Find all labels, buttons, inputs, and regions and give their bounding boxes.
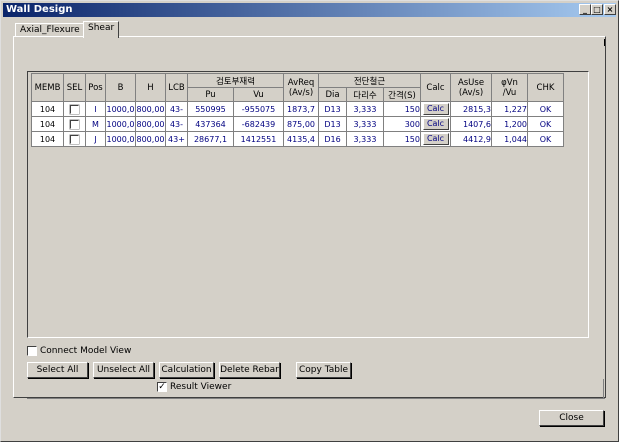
shear-result-table: MEMB SEL Pos B H LCB 검토부재력 AvReq (Av/s) 전… (31, 73, 564, 147)
table-row[interactable]: 104 M 1000,0 800,00 43- 437364 -682439 8… (31, 116, 564, 132)
row-calc-button[interactable]: Calc (422, 118, 449, 130)
cell-avreq: 4135,4 (283, 131, 319, 147)
cell-pos: I (85, 101, 106, 117)
col-legs[interactable]: 다리수 (346, 87, 384, 102)
panel-tick-mark (604, 39, 605, 46)
cell-asuse: 1407,6 (450, 116, 492, 132)
cell-legs[interactable]: 3,333 (346, 131, 384, 147)
maximize-button[interactable]: □ (591, 4, 603, 15)
unselect-all-button[interactable]: Unselect All (93, 362, 154, 378)
cell-legs[interactable]: 3,333 (346, 101, 384, 117)
cell-vu: -682439 (233, 116, 284, 132)
col-pu[interactable]: Pu (187, 87, 234, 102)
cell-b: 1000,0 (105, 116, 136, 132)
cell-phivn: 1,044 (491, 131, 528, 147)
row-calc-button[interactable]: Calc (422, 133, 449, 145)
col-h[interactable]: H (135, 73, 166, 102)
right-divider (603, 379, 604, 398)
cell-b: 1000,0 (105, 131, 136, 147)
title-bar: Wall Design _ □ × (3, 3, 616, 17)
connect-model-view-checkbox[interactable] (27, 345, 37, 356)
cell-legs[interactable]: 3,333 (346, 116, 384, 132)
cell-avreq: 1873,7 (283, 101, 319, 117)
cell-h: 800,00 (135, 131, 166, 147)
cell-memb: 104 (31, 101, 64, 117)
cell-spacing[interactable]: 150 (383, 131, 421, 147)
result-viewer-option[interactable]: ✓ Result Viewer (157, 381, 231, 393)
col-asuse[interactable]: AsUse (Av/s) (450, 73, 492, 102)
cell-calc: Calc (420, 116, 451, 132)
cell-sel (63, 101, 86, 117)
cell-phivn: 1,227 (491, 101, 528, 117)
cell-lcb: 43+ (165, 131, 188, 147)
cell-pu: 28677,1 (187, 131, 234, 147)
cell-pos: M (85, 116, 106, 132)
col-spacing[interactable]: 간격(S) (383, 87, 421, 102)
row-select-checkbox[interactable] (70, 134, 79, 144)
window-title: Wall Design (6, 4, 73, 15)
col-dia[interactable]: Dia (318, 87, 347, 102)
cell-avreq: 875,00 (283, 116, 319, 132)
cell-pu: 437364 (187, 116, 234, 132)
cell-vu: -955075 (233, 101, 284, 117)
cell-h: 800,00 (135, 101, 166, 117)
cell-lcb: 43- (165, 116, 188, 132)
cell-dia[interactable]: D16 (318, 131, 347, 147)
col-sel[interactable]: SEL (63, 73, 86, 102)
cell-asuse: 2815,3 (450, 101, 492, 117)
delete-rebar-button[interactable]: Delete Rebar (219, 362, 280, 378)
cell-spacing[interactable]: 150 (383, 101, 421, 117)
copy-table-button[interactable]: Copy Table (296, 362, 351, 378)
cell-spacing[interactable]: 300 (383, 116, 421, 132)
minimize-button[interactable]: _ (579, 4, 591, 15)
result-viewer-label: Result Viewer (170, 382, 232, 392)
col-chk[interactable]: CHK (527, 73, 564, 102)
cell-memb: 104 (31, 131, 64, 147)
col-pos[interactable]: Pos (85, 73, 106, 102)
col-calc[interactable]: Calc (420, 73, 451, 102)
cell-chk: OK (527, 101, 564, 117)
row-calc-button[interactable]: Calc (422, 103, 449, 115)
col-group-shear-rebar: 전단철근 (318, 73, 421, 88)
result-viewer-checkbox[interactable]: ✓ (157, 381, 167, 392)
cell-vu: 1412551 (233, 131, 284, 147)
cell-chk: OK (527, 131, 564, 147)
wall-design-window: Wall Design _ □ × Axial_Flexure Shear ME… (0, 0, 619, 442)
select-all-button[interactable]: Select All (27, 362, 88, 378)
connect-model-view-label: Connect Model View (40, 346, 132, 356)
col-memb[interactable]: MEMB (31, 73, 64, 102)
cell-h: 800,00 (135, 116, 166, 132)
close-window-button[interactable]: × (604, 4, 616, 15)
col-vu[interactable]: Vu (233, 87, 284, 102)
cell-dia[interactable]: D13 (318, 101, 347, 117)
cell-calc: Calc (420, 131, 451, 147)
cell-phivn: 1,200 (491, 116, 528, 132)
col-lcb[interactable]: LCB (165, 73, 188, 102)
bottom-divider (27, 398, 605, 399)
calculation-button[interactable]: Calculation (159, 362, 214, 378)
col-avreq[interactable]: AvReq (Av/s) (283, 73, 319, 102)
row-select-checkbox[interactable] (70, 104, 79, 114)
cell-asuse: 4412,9 (450, 131, 492, 147)
table-row[interactable]: 104 J 1000,0 800,00 43+ 28677,1 1412551 … (31, 131, 564, 147)
row-select-checkbox[interactable] (70, 119, 79, 129)
cell-chk: OK (527, 116, 564, 132)
cell-memb: 104 (31, 116, 64, 132)
col-b[interactable]: B (105, 73, 136, 102)
col-group-check-force: 검토부재력 (187, 73, 284, 88)
tab-shear[interactable]: Shear (83, 21, 120, 38)
cell-pos: J (85, 131, 106, 147)
col-phivn[interactable]: φVn/Vu (491, 73, 528, 102)
connect-model-view-option[interactable]: Connect Model View (27, 345, 131, 357)
cell-b: 1000,0 (105, 101, 136, 117)
cell-sel (63, 116, 86, 132)
table-row[interactable]: 104 I 1000,0 800,00 43- 550995 -955075 1… (31, 101, 564, 117)
tab-axial-flexure[interactable]: Axial_Flexure (15, 23, 85, 37)
close-button[interactable]: Close (539, 410, 604, 426)
cell-lcb: 43- (165, 101, 188, 117)
cell-pu: 550995 (187, 101, 234, 117)
cell-sel (63, 131, 86, 147)
cell-dia[interactable]: D13 (318, 116, 347, 132)
cell-calc: Calc (420, 101, 451, 117)
